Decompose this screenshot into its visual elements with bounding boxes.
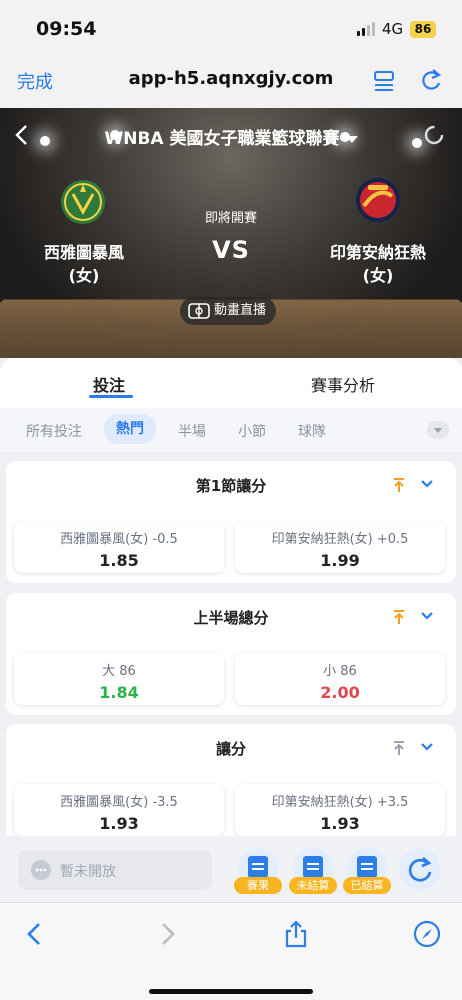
refresh-icon — [408, 857, 432, 882]
record-label: 已結算 — [343, 877, 391, 894]
bet-slip-input[interactable]: 暫未開放 — [18, 850, 212, 890]
bet-placeholder: 暫未開放 — [60, 864, 116, 880]
results-button[interactable]: 賽果 — [234, 848, 282, 894]
market-card: 讓分 西雅圖暴風(女) -3.5 1.93 印第安納狂熱(女) +3.5 1.9… — [6, 724, 456, 846]
league-title: WNBA 美國女子職業籃球聯賽 — [104, 129, 340, 149]
share-icon[interactable] — [281, 919, 311, 949]
tab-analysis[interactable]: 賽事分析 — [311, 372, 375, 396]
odds-value: 2.00 — [320, 683, 360, 702]
chevron-down-icon[interactable] — [427, 421, 449, 439]
compass-icon[interactable] — [412, 919, 442, 949]
status-time: 09:54 — [36, 18, 97, 40]
odds-label: 西雅圖暴風(女) -0.5 — [60, 532, 178, 547]
odds-label: 印第安納狂熱(女) +0.5 — [271, 532, 409, 547]
sub-tab-team[interactable]: 球隊 — [298, 421, 326, 441]
bet-bar: 暫未開放 賽果 未結算 已結算 — [0, 836, 462, 902]
status-bar: 09:54 4G 86 — [0, 0, 462, 56]
refresh-icon[interactable] — [423, 124, 445, 146]
signal-icon — [357, 22, 377, 36]
market-card: 上半場總分 大 86 1.84 小 86 2.00 — [6, 593, 456, 715]
list-icon[interactable] — [372, 68, 396, 94]
reload-icon[interactable] — [418, 66, 444, 94]
done-button[interactable]: 完成 — [17, 68, 53, 94]
home-indicator — [149, 989, 313, 994]
battery-indicator: 86 — [410, 21, 436, 38]
pin-top-icon[interactable] — [392, 740, 406, 756]
sub-tab-quarter[interactable]: 小節 — [238, 421, 266, 441]
odds-label: 小 86 — [323, 664, 357, 679]
back-icon[interactable] — [20, 919, 50, 949]
sub-tab-all[interactable]: 所有投注 — [26, 421, 82, 441]
odds-button-away[interactable]: 印第安納狂熱(女) +0.5 1.99 — [235, 521, 445, 573]
odds-button-away[interactable]: 印第安納狂熱(女) +3.5 1.93 — [235, 784, 445, 836]
market-title: 第1節讓分 — [195, 477, 267, 495]
chevron-down-icon[interactable] — [420, 611, 434, 621]
tab-underline — [89, 395, 133, 398]
main-tabs: 投注 賽事分析 — [0, 358, 462, 408]
tab-bet[interactable]: 投注 — [93, 372, 125, 396]
network-label: 4G — [382, 20, 404, 38]
chat-icon — [31, 860, 51, 880]
odds-button-home[interactable]: 西雅圖暴風(女) -0.5 1.85 — [14, 521, 224, 573]
live-label: 動畫直播 — [214, 303, 267, 318]
sub-tab-hot[interactable]: 熱門 — [104, 414, 156, 444]
calendar-icon — [357, 856, 377, 878]
record-label: 未結算 — [289, 877, 337, 894]
odds-button-home[interactable]: 西雅圖暴風(女) -3.5 1.93 — [14, 784, 224, 836]
browser-toolbar — [0, 902, 462, 1000]
market-title: 上半場總分 — [193, 609, 269, 627]
odds-value: 1.85 — [99, 551, 139, 570]
document-icon — [248, 856, 268, 878]
sub-tab-half[interactable]: 半場 — [178, 421, 206, 441]
odds-value: 1.93 — [99, 814, 139, 833]
sub-tabs: 所有投注 熱門 半場 小節 球隊 — [0, 408, 462, 452]
chevron-down-icon[interactable] — [420, 742, 434, 752]
odds-value: 1.84 — [99, 683, 139, 702]
browser-bar: 完成 app-h5.aqnxgjy.com — [0, 56, 462, 108]
odds-label: 大 86 — [102, 664, 136, 679]
market-title: 讓分 — [215, 740, 246, 758]
settled-button[interactable]: 已結算 — [343, 848, 391, 894]
league-selector[interactable]: WNBA 美國女子職業籃球聯賽 — [0, 124, 462, 149]
odds-value: 1.93 — [320, 814, 360, 833]
away-team-name: 印第安納狂熱 (女) — [329, 243, 426, 285]
odds-button-over[interactable]: 大 86 1.84 — [14, 653, 224, 705]
pin-top-icon[interactable] — [392, 609, 406, 625]
live-animation-button[interactable]: 動畫直播 — [180, 297, 276, 325]
forward-icon[interactable] — [152, 919, 182, 949]
market-card: 第1節讓分 西雅圖暴風(女) -0.5 1.85 印第安納狂熱(女) +0.5 … — [6, 461, 456, 583]
away-team-logo — [354, 176, 402, 224]
refresh-button[interactable] — [399, 848, 441, 890]
caret-down-icon — [345, 135, 358, 143]
pin-top-icon[interactable] — [392, 477, 406, 493]
unsettled-button[interactable]: 未結算 — [289, 848, 337, 894]
court-icon — [188, 303, 210, 319]
match-hero: WNBA 美國女子職業籃球聯賽 西雅圖暴風 (女) 即將開賽 VS 印第安納狂熱(… — [0, 108, 462, 358]
odds-label: 西雅圖暴風(女) -3.5 — [60, 795, 178, 810]
record-label: 賽果 — [234, 877, 282, 894]
chevron-down-icon[interactable] — [420, 479, 434, 489]
odds-label: 印第安納狂熱(女) +3.5 — [271, 795, 409, 810]
odds-value: 1.99 — [320, 551, 360, 570]
odds-button-under[interactable]: 小 86 2.00 — [235, 653, 445, 705]
calendar-icon — [303, 856, 323, 878]
